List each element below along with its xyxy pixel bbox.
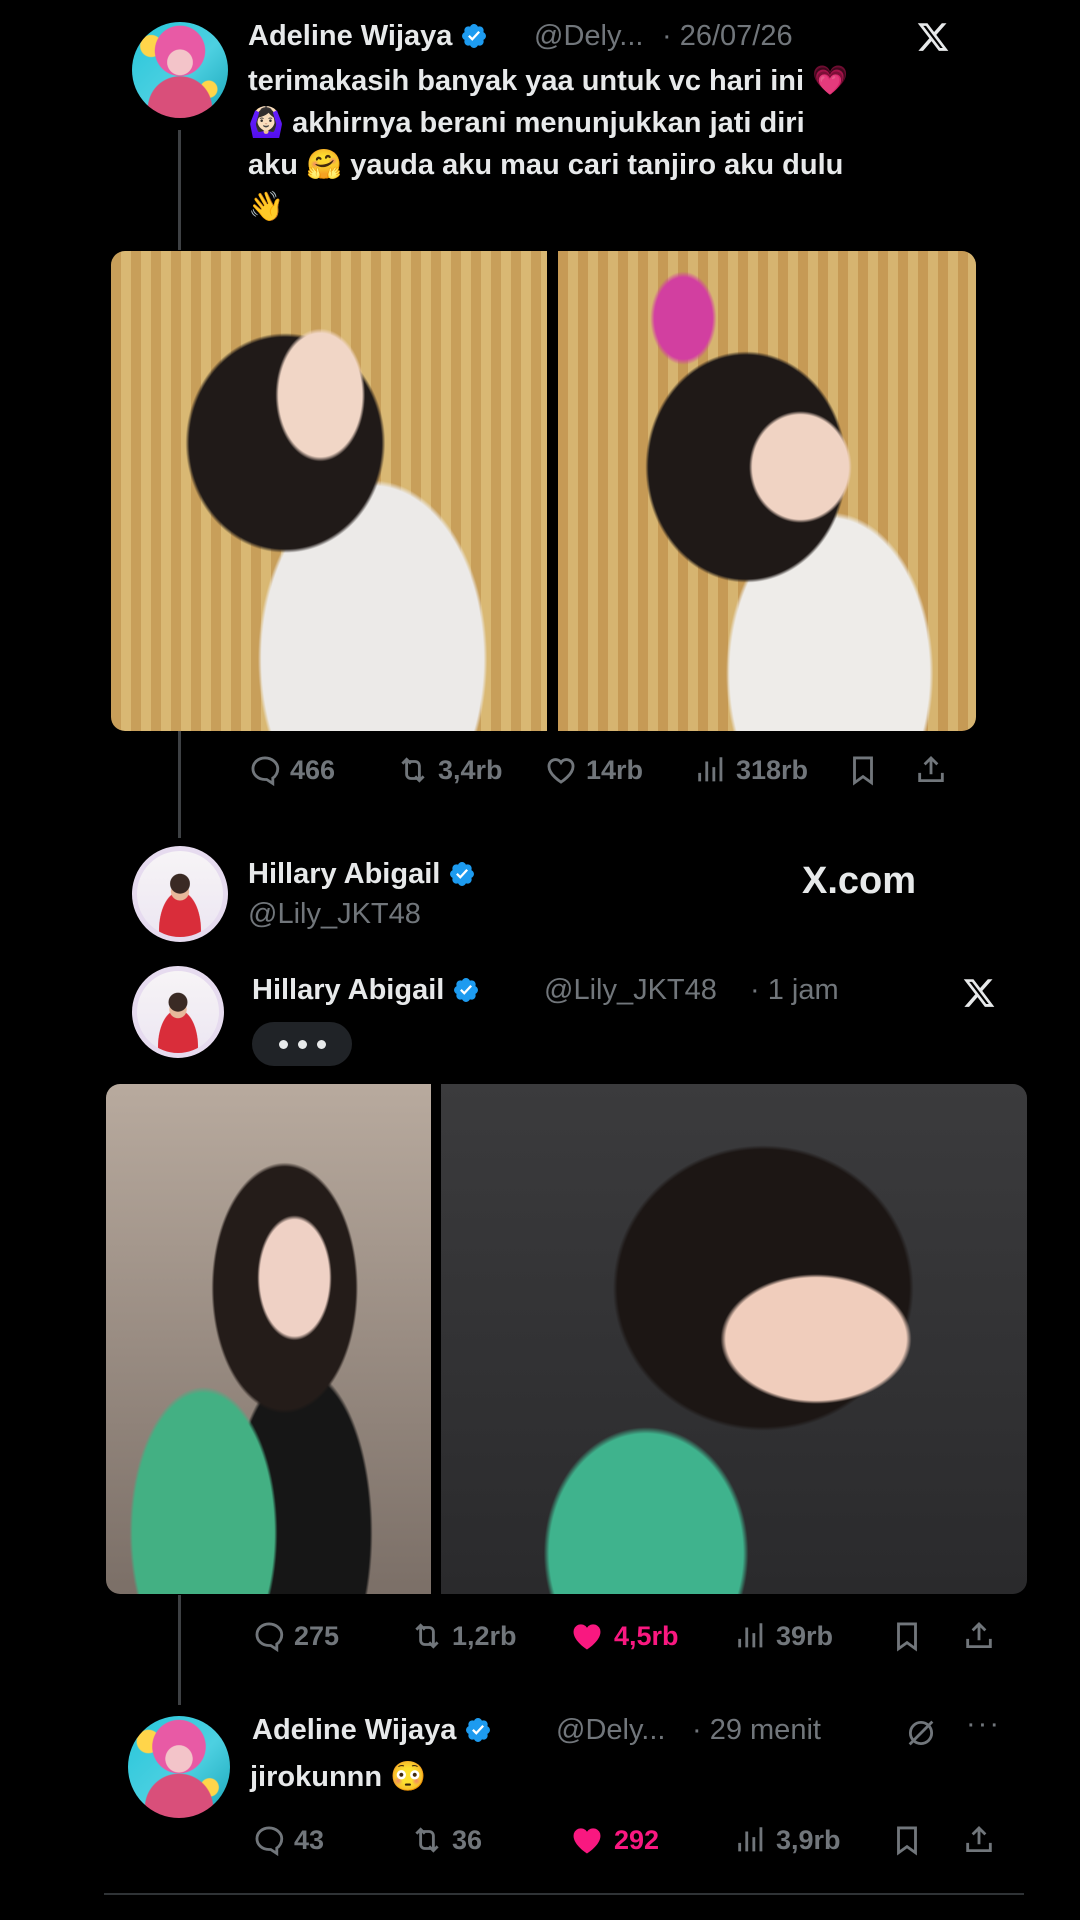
- tweet-photo[interactable]: [106, 1084, 431, 1594]
- x-logo-icon[interactable]: [916, 20, 950, 54]
- reply-button[interactable]: 43: [252, 1818, 324, 1862]
- bookmark-icon: [846, 753, 880, 787]
- thread-connector-line: [178, 130, 181, 250]
- reply-icon: [252, 1823, 286, 1857]
- avatar[interactable]: [132, 846, 228, 942]
- thread-connector-line: [178, 730, 181, 838]
- divider: [104, 1893, 1024, 1895]
- bookmark-button[interactable]: [846, 748, 880, 792]
- like-button[interactable]: 14rb: [544, 748, 643, 792]
- reply-icon: [248, 753, 282, 787]
- tweet-text: jirokunnn 😳: [250, 1761, 427, 1793]
- views-icon: [734, 1619, 768, 1653]
- author-name[interactable]: Adeline Wijaya: [252, 1714, 492, 1747]
- avatar[interactable]: [128, 1716, 230, 1818]
- verified-badge-icon: [460, 22, 488, 50]
- verified-badge-icon: [464, 1716, 492, 1744]
- views-icon: [694, 753, 728, 787]
- heart-icon: [568, 1821, 606, 1859]
- dot: [316, 1039, 326, 1049]
- author-name[interactable]: Hillary Abigail: [252, 974, 480, 1007]
- verified-badge-icon: [452, 976, 480, 1004]
- author-handle[interactable]: @Dely...: [534, 20, 643, 53]
- heart-icon: [544, 753, 578, 787]
- share-button[interactable]: [962, 1614, 996, 1658]
- avatar[interactable]: [132, 22, 228, 118]
- tweet-text: terimakasih banyak yaa untuk vc hari ini…: [248, 60, 1008, 228]
- author-name[interactable]: Adeline Wijaya: [248, 20, 488, 53]
- retweet-icon: [410, 1823, 444, 1857]
- author-name[interactable]: Hillary Abigail: [248, 858, 476, 891]
- dot: [278, 1039, 288, 1049]
- site-label: X.com: [802, 860, 917, 902]
- dot: [297, 1039, 307, 1049]
- heart-icon: [568, 1617, 606, 1655]
- bookmark-icon: [890, 1823, 924, 1857]
- tweet-time[interactable]: · 1 jam: [750, 974, 839, 1007]
- verified-badge-icon: [448, 860, 476, 888]
- share-button[interactable]: [914, 748, 948, 792]
- tweet-photo[interactable]: [441, 1084, 1027, 1594]
- grok-icon[interactable]: [904, 1716, 938, 1750]
- reply-icon: [252, 1619, 286, 1653]
- reply-button[interactable]: 275: [252, 1614, 339, 1658]
- views-icon: [734, 1823, 768, 1857]
- reply-button[interactable]: 466: [248, 748, 335, 792]
- share-icon: [962, 1823, 996, 1857]
- bookmark-button[interactable]: [890, 1818, 924, 1862]
- author-handle[interactable]: @Lily_JKT48: [248, 898, 421, 931]
- like-button[interactable]: 292: [568, 1818, 659, 1862]
- more-icon[interactable]: ···: [966, 1708, 1001, 1741]
- tweet-text-line: 🙆🏻‍♀️ akhirnya berani menunjukkan jati d…: [248, 107, 805, 139]
- thread-connector-line: [178, 1595, 181, 1705]
- tweet-text-line: aku 🤗 yauda aku mau cari tanjiro aku dul…: [248, 149, 844, 181]
- views-button[interactable]: 318rb: [694, 748, 808, 792]
- retweet-button[interactable]: 36: [410, 1818, 482, 1862]
- x-logo-icon[interactable]: [962, 976, 996, 1010]
- like-button[interactable]: 4,5rb: [568, 1614, 679, 1658]
- bookmark-button[interactable]: [890, 1614, 924, 1658]
- share-icon: [962, 1619, 996, 1653]
- retweet-button[interactable]: 1,2rb: [410, 1614, 517, 1658]
- avatar[interactable]: [132, 966, 224, 1058]
- author-handle[interactable]: @Lily_JKT48: [544, 974, 717, 1007]
- share-icon: [914, 753, 948, 787]
- bookmark-icon: [890, 1619, 924, 1653]
- retweet-button[interactable]: 3,4rb: [396, 748, 503, 792]
- tweet-text-line: terimakasih banyak yaa untuk vc hari ini…: [248, 65, 849, 97]
- show-more-button[interactable]: [252, 1022, 352, 1066]
- tweet-photo[interactable]: [558, 251, 976, 731]
- retweet-icon: [396, 753, 430, 787]
- tweet-action-bar: 43 36 292 3,9rb: [252, 1818, 1012, 1862]
- tweet-text-line: 👋: [248, 191, 285, 223]
- tweet-date[interactable]: · 26/07/26: [662, 20, 793, 53]
- tweet-time[interactable]: · 29 menit: [692, 1714, 821, 1747]
- author-handle[interactable]: @Dely...: [556, 1714, 665, 1747]
- tweet-action-bar: 466 3,4rb 14rb 318rb: [248, 748, 968, 792]
- retweet-icon: [410, 1619, 444, 1653]
- views-button[interactable]: 39rb: [734, 1614, 833, 1658]
- share-button[interactable]: [962, 1818, 996, 1862]
- tweet-action-bar: 275 1,2rb 4,5rb 39rb: [252, 1614, 1012, 1658]
- tweet-photo[interactable]: [111, 251, 547, 731]
- views-button[interactable]: 3,9rb: [734, 1818, 841, 1862]
